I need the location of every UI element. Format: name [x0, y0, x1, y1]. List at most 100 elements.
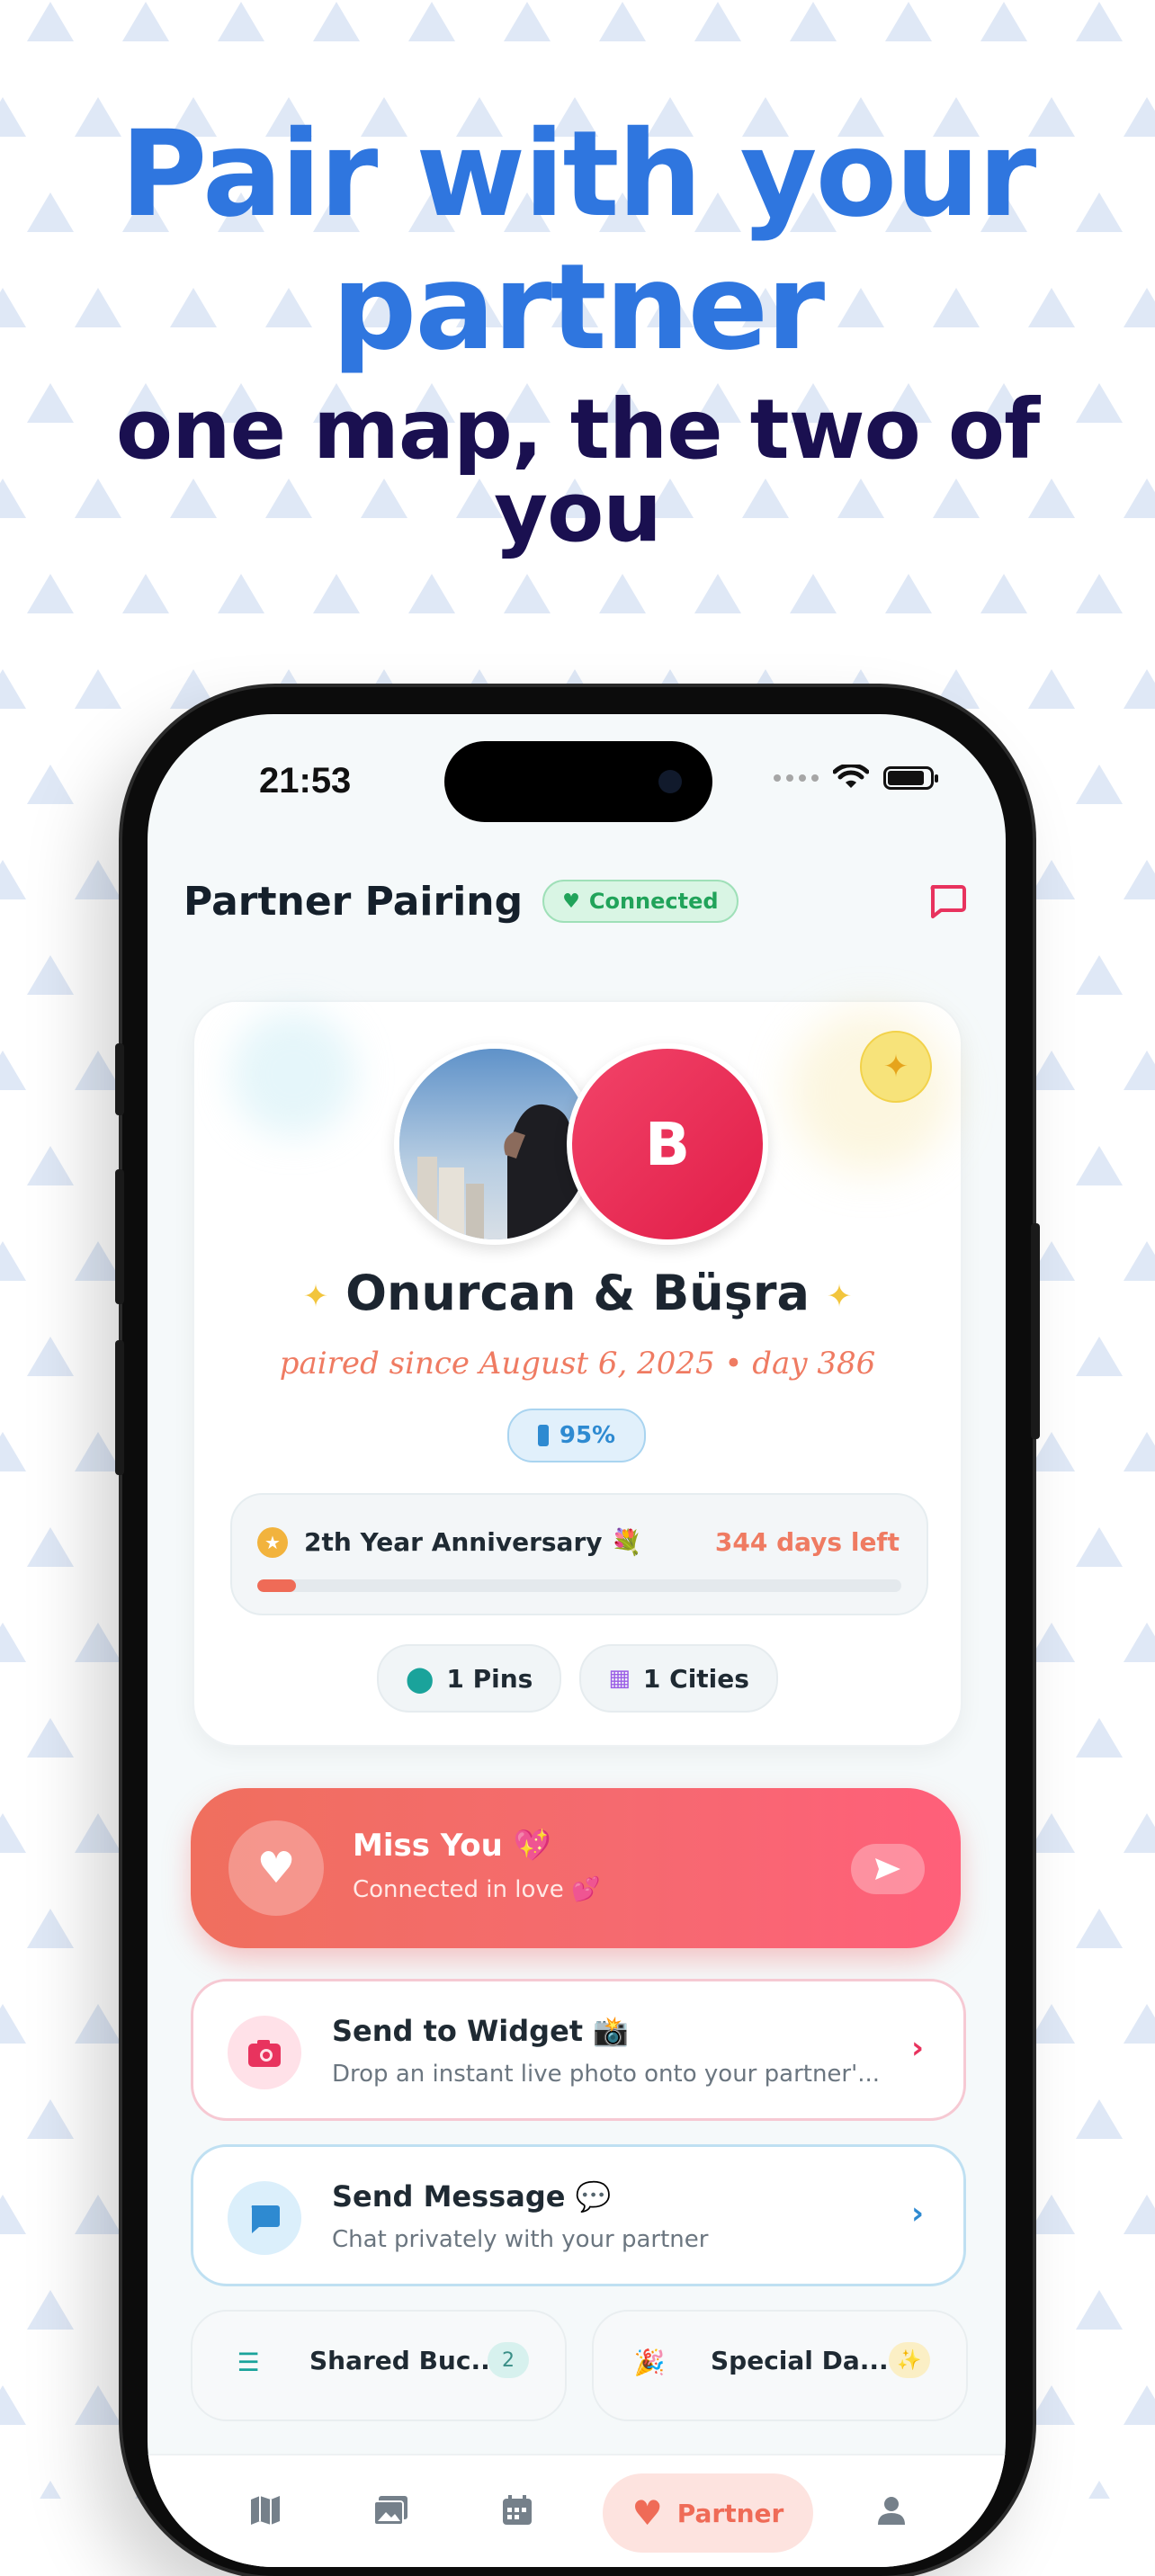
wifi-icon	[833, 765, 869, 788]
triangle-decor	[885, 574, 932, 613]
triangle-decor	[1028, 2004, 1075, 2044]
triangle-decor	[980, 574, 1027, 613]
triangle-decor	[313, 2, 360, 41]
status-time: 21:53	[259, 761, 352, 801]
triangle-decor	[790, 574, 837, 613]
triangle-decor	[1076, 1337, 1123, 1376]
shared-bucket-list-card[interactable]: ☰ Shared Buc... 2	[191, 2310, 567, 2421]
star-icon: ★	[257, 1527, 288, 1558]
paper-plane-icon	[875, 1858, 900, 1880]
triangle-decor	[75, 1623, 121, 1662]
partner-2-avatar[interactable]: B	[567, 1043, 768, 1245]
tab-map[interactable]	[234, 2479, 297, 2542]
triangle-decor	[790, 2, 837, 41]
connected-badge: ♥ Connected	[542, 880, 739, 923]
miss-you-subtitle: Connected in love 💕	[353, 1876, 601, 1903]
triangle-decor	[0, 860, 26, 899]
send-message-subtitle: Chat privately with your partner	[332, 2226, 709, 2253]
chevron-right-icon: ›	[910, 2196, 924, 2232]
anniversary-countdown[interactable]: ★ 2th Year Anniversary 💐 344 days left	[230, 1493, 928, 1615]
decor-glow-left	[230, 1011, 356, 1137]
chevron-right-icon: ›	[910, 2030, 924, 2066]
send-to-widget-row[interactable]: Send to Widget 📸 Drop an instant live ph…	[191, 1979, 966, 2121]
triangle-decor	[694, 574, 741, 613]
triangle-decor	[75, 2004, 121, 2044]
triangle-decor	[408, 574, 455, 613]
send-icon[interactable]	[851, 1844, 925, 1894]
send-to-widget-subtitle: Drop an instant live photo onto your par…	[332, 2061, 881, 2088]
sparkle-icon: ✦	[826, 1278, 853, 1315]
sparkle-icon: ✦	[302, 1278, 329, 1315]
triangle-decor	[0, 1051, 26, 1090]
anniversary-days-left: 344 days left	[714, 1527, 900, 1557]
miss-you-button[interactable]: ♥ Miss You 💖 Connected in love 💕	[191, 1788, 961, 1948]
triangle-decor	[694, 2, 741, 41]
sparkle-icon[interactable]: ✦	[860, 1031, 932, 1103]
triangle-decor	[1028, 1813, 1075, 1853]
triangle-decor	[27, 2099, 74, 2139]
cities-stat[interactable]: ▦ 1 Cities	[579, 1644, 778, 1713]
triangle-decor	[0, 1623, 26, 1662]
triangle-decor	[27, 2290, 74, 2330]
headline-line-1: Pair with your	[120, 105, 1037, 244]
pins-count: 1 Pins	[446, 1663, 533, 1694]
partner-1-avatar[interactable]	[394, 1043, 595, 1245]
triangle-decor	[1076, 1146, 1123, 1185]
send-message-title: Send Message 💬	[332, 2179, 612, 2214]
send-message-row[interactable]: Send Message 💬 Chat privately with your …	[191, 2144, 966, 2286]
battery-icon	[883, 766, 938, 790]
triangle-decor	[218, 574, 264, 613]
battery-icon	[537, 1425, 549, 1446]
tab-calendar[interactable]	[486, 2479, 549, 2542]
profile-icon	[878, 2497, 905, 2525]
triangle-decor	[1028, 1623, 1075, 1662]
triangle-decor	[1028, 669, 1075, 709]
map-icon	[251, 2496, 280, 2525]
triangle-decor	[75, 2195, 121, 2234]
triangle-decor	[1076, 1718, 1123, 1758]
checklist-icon: ☰	[237, 2347, 260, 2377]
chat-icon[interactable]	[925, 878, 970, 923]
special-dates-badge: ✨	[889, 2342, 930, 2378]
power-button	[1031, 1223, 1040, 1439]
special-dates-card[interactable]: 🎉 Special Da... ✨	[592, 2310, 968, 2421]
triangle-decor	[27, 955, 74, 995]
triangle-decor	[27, 765, 74, 804]
tab-partner-label: Partner	[676, 2498, 784, 2528]
pins-stat[interactable]: ⬤ 1 Pins	[377, 1644, 562, 1713]
triangle-decor	[27, 1909, 74, 1948]
triangle-decor	[504, 2, 551, 41]
send-to-widget-title: Send to Widget 📸	[332, 2014, 630, 2048]
triangle-decor	[1124, 1051, 1155, 1090]
tab-partner[interactable]: ♥ Partner	[603, 2473, 813, 2553]
triangle-decor	[0, 2385, 26, 2425]
signal-icon	[774, 774, 819, 782]
heart-icon: ♥	[562, 890, 580, 913]
triangle-decor	[1124, 2385, 1155, 2425]
paired-since: paired since August 6, 2025 • day 386	[279, 1346, 876, 1382]
tab-profile[interactable]	[860, 2479, 923, 2542]
battery-value: 95%	[559, 1422, 616, 1449]
page-title: Partner Pairing	[184, 878, 524, 925]
triangle-decor	[1076, 1527, 1123, 1567]
triangle-decor	[1076, 2290, 1123, 2330]
anniversary-progress-track	[257, 1579, 901, 1592]
triangle-decor	[40, 2481, 61, 2499]
status-icons	[774, 765, 938, 792]
triangle-decor	[599, 2, 646, 41]
triangle-decor	[1076, 955, 1123, 995]
triangle-decor	[408, 2, 455, 41]
triangle-decor	[122, 574, 169, 613]
triangle-decor	[599, 574, 646, 613]
triangle-decor	[1028, 2385, 1075, 2425]
volume-up-button	[115, 1169, 124, 1304]
triangle-decor	[75, 860, 121, 899]
anniversary-progress-fill	[257, 1579, 296, 1592]
stats-row: ⬤ 1 Pins ▦ 1 Cities	[194, 1644, 961, 1713]
tab-gallery[interactable]	[360, 2479, 423, 2542]
camera-icon	[658, 770, 682, 793]
triangle-decor	[980, 2, 1027, 41]
subheadline-line-1: one map, the two of	[115, 381, 1040, 478]
triangle-decor	[1076, 2099, 1123, 2139]
triangle-decor	[27, 1337, 74, 1376]
